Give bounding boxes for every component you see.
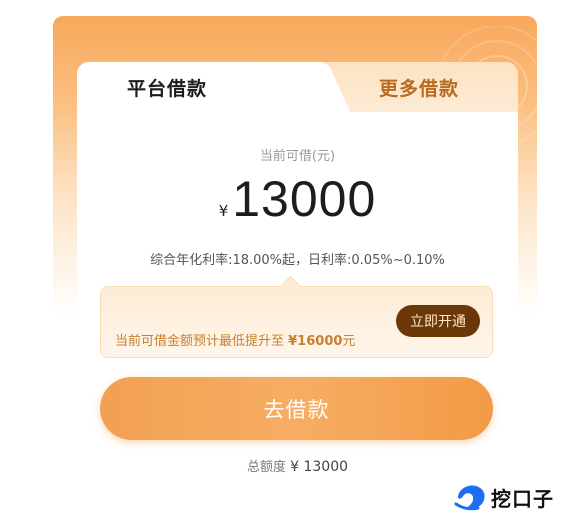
total-limit-label: 总额度 (246, 460, 291, 475)
promo-text-prefix: 当前可借金额预计最低提升至 (115, 334, 289, 349)
loan-page: 更多借款 平台借款 当前可借(元) ¥ 13000 综合年化利率:18.00%起… (0, 0, 588, 518)
total-limit: 总额度 ¥ 13000 (77, 456, 518, 475)
tab-platform-loan[interactable]: 平台借款 (77, 62, 317, 112)
watermark: 挖口子 (454, 480, 554, 514)
available-amount: ¥ 13000 (77, 170, 518, 228)
promo-box: 当前可借金额预计最低提升至 ¥16000元 立即开通 (100, 286, 493, 358)
available-amount-label: 当前可借(元) (259, 149, 336, 164)
dolphin-logo-icon (454, 485, 485, 511)
promo-text: 当前可借金额预计最低提升至 ¥16000元 (115, 330, 355, 349)
promo-amount: ¥16000 (288, 334, 343, 349)
amount-value: 13000 (232, 171, 377, 227)
tab-label: 平台借款 (126, 77, 207, 100)
tab-label: 更多借款 (378, 77, 459, 100)
borrow-button[interactable]: 去借款 (100, 377, 493, 440)
interest-rate-text: 综合年化利率:18.00%起，日利率:0.05%~0.10% (150, 253, 445, 268)
currency-symbol: ¥ (218, 202, 229, 220)
watermark-text: 挖口子 (491, 486, 554, 511)
promo-text-suffix: 元 (342, 334, 356, 349)
total-limit-value: ¥ 13000 (290, 459, 349, 475)
activate-now-button[interactable]: 立即开通 (396, 305, 480, 337)
